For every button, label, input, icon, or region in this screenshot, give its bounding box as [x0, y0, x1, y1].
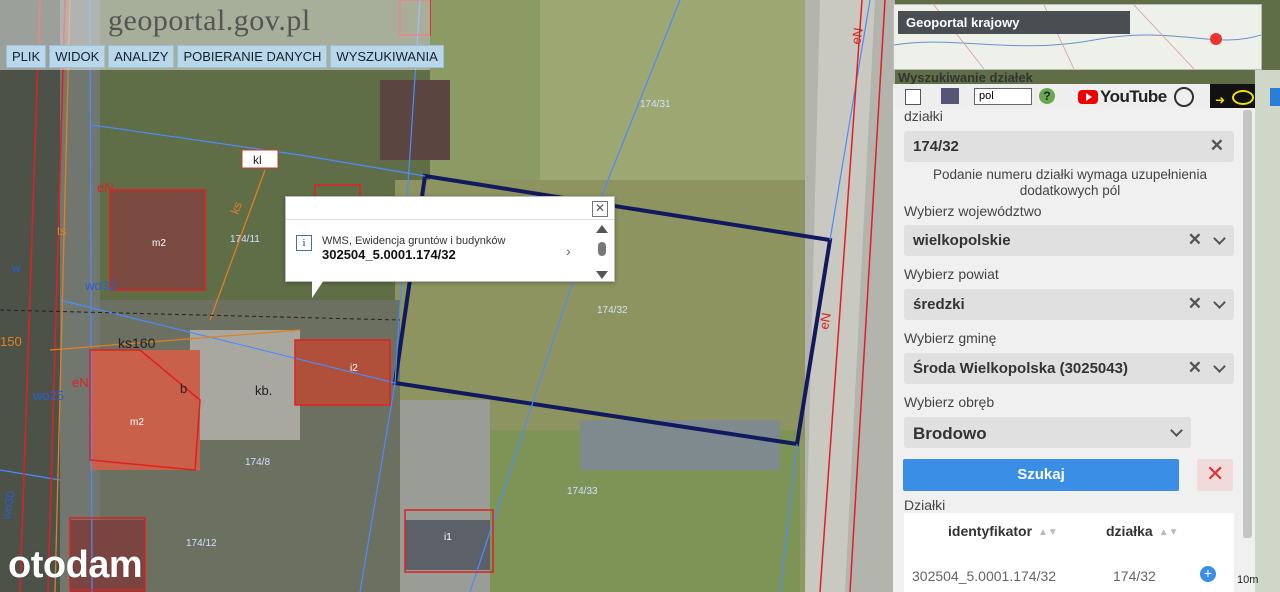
- map-label-174-11: 174/11: [230, 234, 260, 245]
- clear-icon[interactable]: ✕: [1188, 230, 1202, 250]
- feature-info-popup: ✕ i WMS, Ewidencja gruntów i budynków 30…: [285, 196, 615, 282]
- map-label-174-32: 174/32: [597, 305, 628, 316]
- youtube-label: YouTube: [1100, 87, 1167, 106]
- close-icon[interactable]: ✕: [592, 201, 608, 217]
- close-icon: ✕: [1206, 461, 1225, 486]
- info-icon: i: [296, 235, 312, 251]
- map-label-i1: i1: [444, 532, 452, 543]
- language-select[interactable]: pol: [974, 88, 1032, 105]
- map-label-174-12: 174/12: [186, 538, 217, 549]
- main-menu: PLIK WIDOK ANALIZY POBIERANIE DANYCH WYS…: [6, 45, 444, 68]
- map-label-en-3: eN: [848, 27, 866, 46]
- chevron-down-icon[interactable]: [1170, 424, 1183, 437]
- menu-pobieranie-danych[interactable]: POBIERANIE DANYCH: [177, 45, 328, 68]
- voivodeship-value: wielkopolskie: [913, 232, 1011, 249]
- otodam-watermark: otodam: [8, 544, 143, 586]
- parcel-number-label: działki: [904, 108, 943, 124]
- panel-scroll-thumb[interactable]: [1243, 110, 1252, 538]
- scroll-down-icon[interactable]: [596, 271, 608, 279]
- county-value: średzki: [913, 296, 965, 313]
- map-label-174-31: 174/31: [640, 99, 671, 110]
- chevron-right-icon[interactable]: ›: [566, 243, 571, 259]
- county-label: Wybierz powiat: [904, 266, 999, 282]
- youtube-link[interactable]: YouTube: [1078, 87, 1167, 107]
- popup-scrollbar[interactable]: [596, 225, 608, 279]
- popup-parcel-id[interactable]: 302504_5.0001.174/32: [322, 247, 456, 262]
- youtube-icon: [1078, 90, 1098, 104]
- map-label-m2-b: m2: [130, 417, 144, 428]
- table-cell-identyfikator[interactable]: 302504_5.0001.174/32: [912, 568, 1056, 584]
- county-select[interactable]: średzki ✕: [904, 289, 1234, 320]
- commune-value: Środa Wielkopolska (3025043): [913, 360, 1128, 377]
- sort-icon: ▲▼: [1158, 527, 1179, 538]
- panel-toolbar: pol ? YouTube ➜: [893, 84, 1280, 109]
- popup-divider: [286, 219, 614, 220]
- scale-label: 10m: [1237, 574, 1259, 586]
- column-header-identyfikator[interactable]: identyfikator ▲▼: [948, 523, 1058, 539]
- map-label-150: 150: [0, 334, 22, 349]
- eye-icon[interactable]: ➜: [1210, 84, 1256, 108]
- panel-scrollbar[interactable]: [1243, 110, 1252, 538]
- minimap[interactable]: Geoportal krajowy: [893, 4, 1262, 70]
- map-label-en-2: eN: [72, 375, 89, 390]
- map-label-ts: ts: [57, 224, 66, 238]
- menu-analizy[interactable]: ANALIZY: [108, 45, 175, 68]
- panel-header: Wyszukiwanie działek: [898, 70, 1033, 85]
- precinct-label: Wybierz obręb: [904, 394, 995, 410]
- commune-select[interactable]: Środa Wielkopolska (3025043) ✕: [904, 353, 1234, 384]
- search-button[interactable]: Szukaj: [903, 459, 1179, 491]
- map-label-w: w: [11, 261, 21, 275]
- grid-icon[interactable]: [905, 89, 921, 105]
- parcel-number-input[interactable]: 174/32 ✕: [904, 131, 1234, 162]
- chevron-down-icon[interactable]: [1213, 232, 1226, 245]
- map-label-en-1: eN: [97, 180, 114, 195]
- precinct-select[interactable]: Brodowo: [904, 417, 1191, 448]
- map-label-i2: i2: [350, 363, 358, 374]
- chevron-down-icon[interactable]: [1213, 296, 1226, 309]
- wms-icon[interactable]: [941, 88, 959, 104]
- map-label-kb: kb.: [255, 383, 272, 398]
- parcel-note: Podanie numeru działki wymaga uzupełnien…: [933, 167, 1207, 198]
- map-label-ks160: ks160: [118, 335, 156, 351]
- voivodeship-select[interactable]: wielkopolskie ✕: [904, 225, 1234, 256]
- map-label-en-4: eN: [816, 312, 834, 331]
- map-label-wo25: wo25: [32, 388, 64, 403]
- map-label-174-33: 174/33: [567, 486, 598, 497]
- commune-label: Wybierz gminę: [904, 330, 997, 346]
- map-label-174-8: 174/8: [245, 457, 270, 468]
- accessibility-icon[interactable]: [1174, 87, 1194, 107]
- geoportal-logo[interactable]: geoportal.gov.pl: [108, 4, 311, 38]
- panel-toggle-button[interactable]: [1270, 88, 1280, 106]
- right-edge-strip: [1255, 70, 1280, 592]
- chevron-down-icon[interactable]: [1213, 360, 1226, 373]
- column-header-dzialka[interactable]: działka ▲▼: [1106, 523, 1179, 539]
- clear-icon[interactable]: ✕: [1188, 358, 1202, 378]
- scroll-thumb[interactable]: [598, 242, 606, 256]
- clear-icon[interactable]: ✕: [1188, 294, 1202, 314]
- clear-search-button[interactable]: ✕: [1197, 459, 1233, 491]
- minimap-title: Geoportal krajowy: [898, 11, 1130, 34]
- clear-icon[interactable]: ✕: [1210, 136, 1224, 156]
- map-label-kl: kl: [253, 153, 262, 167]
- results-label: Działki: [904, 497, 946, 513]
- menu-plik[interactable]: PLIK: [6, 45, 47, 68]
- voivodeship-label: Wybierz województwo: [904, 203, 1042, 219]
- map-label-b: b: [180, 381, 187, 396]
- scroll-up-icon[interactable]: [596, 225, 608, 233]
- sort-icon: ▲▼: [1038, 527, 1058, 538]
- parcel-number-value: 174/32: [913, 138, 959, 155]
- map-label-wo32: wo32: [84, 278, 116, 293]
- zoom-in-icon[interactable]: +: [1200, 566, 1216, 582]
- menu-wyszukiwania[interactable]: WYSZUKIWANIA: [330, 45, 444, 68]
- map-label-m2-a: m2: [152, 238, 166, 249]
- help-icon[interactable]: ?: [1039, 88, 1055, 104]
- precinct-value: Brodowo: [913, 424, 987, 443]
- menu-widok[interactable]: WIDOK: [49, 45, 106, 68]
- results-table: identyfikator ▲▼ działka ▲▼ 302504_5.0001.…: [904, 513, 1234, 592]
- table-cell-dzialka[interactable]: 174/32: [1113, 568, 1156, 584]
- popup-source: WMS, Ewidencja gruntów i budynków: [322, 235, 506, 247]
- popup-pointer: [312, 280, 324, 298]
